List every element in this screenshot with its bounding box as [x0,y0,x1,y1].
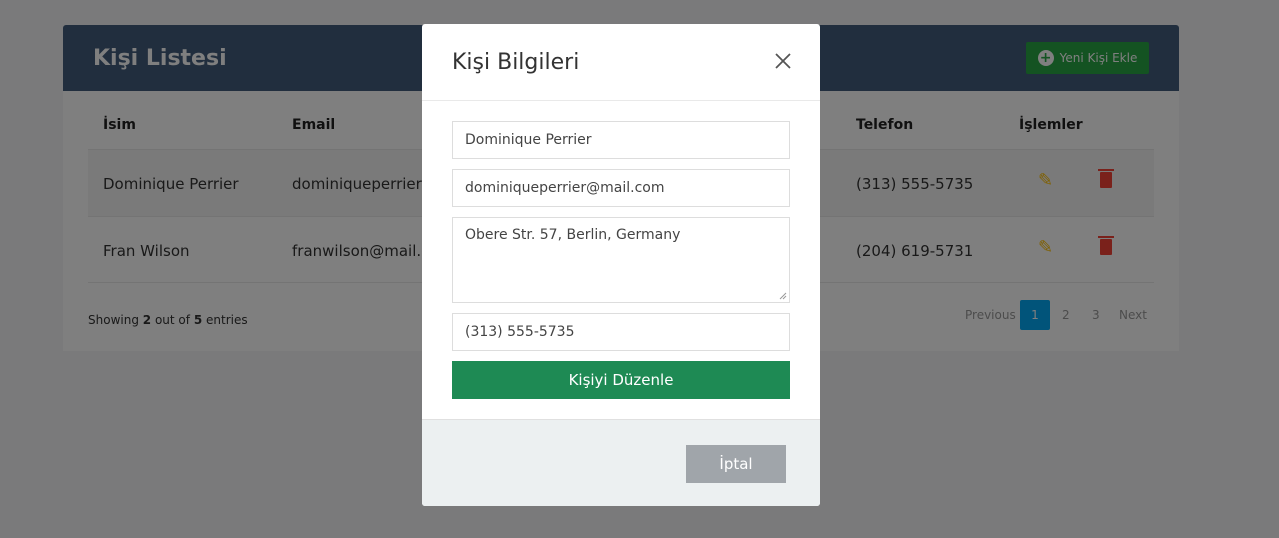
resize-grip-icon[interactable] [779,292,787,300]
modal-header: Kişi Bilgileri [422,24,820,101]
contact-edit-modal: Kişi Bilgileri Obere Str. 57, Berlin, Ge… [422,24,820,506]
modal-title: Kişi Bilgileri [452,50,580,75]
cancel-button[interactable]: İptal [686,445,786,483]
email-field[interactable] [452,169,790,207]
close-icon[interactable] [772,50,794,72]
phone-field[interactable] [452,313,790,351]
edit-contact-button[interactable]: Kişiyi Düzenle [452,361,790,399]
modal-footer: İptal [422,419,820,506]
address-value: Obere Str. 57, Berlin, Germany [465,227,681,243]
address-field[interactable]: Obere Str. 57, Berlin, Germany [452,217,790,303]
name-field[interactable] [452,121,790,159]
